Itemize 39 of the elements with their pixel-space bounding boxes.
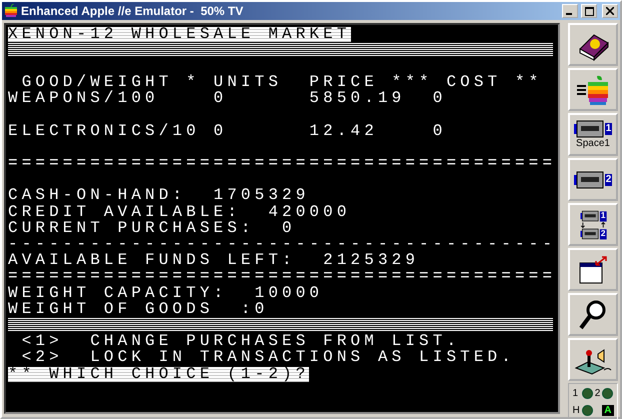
- screen-text: CREDIT AVAILABLE: 420000: [8, 204, 351, 220]
- toolbar-button[interactable]: 1 Space1: [568, 113, 618, 156]
- minimize-button[interactable]: [562, 4, 578, 18]
- maximize-button[interactable]: [581, 4, 597, 18]
- apple-icon: [575, 74, 611, 106]
- indicator-label: 1: [572, 388, 580, 399]
- toolbar-button[interactable]: [568, 338, 618, 381]
- indicator-label: 2: [594, 388, 600, 399]
- screen-text: WEAPONS/100 0 5850.19 0: [8, 91, 446, 106]
- indicator-label: H: [572, 405, 580, 416]
- search-icon: [578, 298, 608, 330]
- screen-text: AVAILABLE FUNDS LEFT: 2125329: [8, 253, 420, 268]
- screen-text: GOOD/WEIGHT * UNITS PRICE *** COST **: [22, 75, 542, 90]
- toolbar-button[interactable]: 1 2: [568, 203, 618, 246]
- screen-text: ----------------------------------------: [8, 237, 556, 252]
- screen-text: ELECTRONICS/10 0 12.42 0: [8, 124, 446, 139]
- toolbar-button[interactable]: [568, 293, 618, 336]
- maximize-icon: [584, 6, 594, 16]
- window-resize-icon: [578, 254, 608, 284]
- highlighted-text: XENON-12 WHOLESALE MARKET: [8, 26, 351, 42]
- toolbar-button[interactable]: 2: [568, 158, 618, 201]
- screen-text: <1> CHANGE PURCHASES FROM LIST.: [20, 334, 460, 350]
- apple-icon: [4, 4, 18, 18]
- screen-text: <2> LOCK IN TRANSACTIONS AS LISTED.: [20, 350, 515, 366]
- toolbar-button[interactable]: [568, 68, 618, 111]
- screen-text: ========================================: [8, 269, 556, 284]
- toolbar-button[interactable]: [568, 23, 618, 66]
- caps-indicator: A: [602, 405, 614, 416]
- close-button[interactable]: [602, 4, 618, 18]
- close-icon: [606, 7, 614, 15]
- toolbar-button[interactable]: [568, 248, 618, 291]
- screen-text: ========================================: [8, 156, 556, 172]
- screen-text: WEIGHT CAPACITY: 10000: [8, 286, 324, 301]
- highlighted-text: ** WHICH CHOICE (1-2)?: [8, 366, 310, 382]
- screen-text: WEIGHT OF GOODS :0: [8, 302, 268, 317]
- window-title: Enhanced Apple //e Emulator - 50% TV: [21, 4, 244, 18]
- swap-arrows-icon: [580, 221, 606, 228]
- screen-text: CASH-ON-HAND: 1705329: [8, 188, 310, 204]
- screen-text: CURRENT PURCHASES: 0: [8, 220, 296, 236]
